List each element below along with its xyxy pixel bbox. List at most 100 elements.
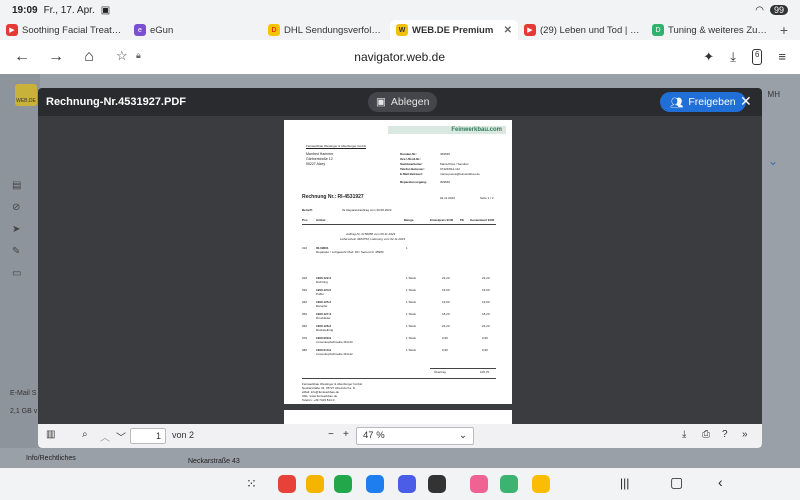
webde-logo[interactable]: WEB.DE [15, 84, 37, 106]
betreff-label: Betreff: [302, 208, 313, 212]
dhl-icon: D [268, 24, 280, 36]
tab-4[interactable]: ▶ (29) Leben und Tod | N... [518, 20, 646, 40]
row-qty: 1 Stück [406, 312, 417, 316]
back-nav-button[interactable]: ‹ [718, 474, 723, 490]
row-price: 19,90 [442, 288, 450, 292]
back-button[interactable]: ← [14, 48, 30, 66]
address-text: Neckarstraße 43 [188, 458, 240, 465]
save-icon[interactable]: ⤓ [682, 429, 686, 440]
pdf-page: Feinwerkbau.com Feinwerkbau Westinger & … [284, 120, 512, 404]
meta-label: Telefon Betreuer: [400, 167, 425, 171]
browser-app-icon[interactable] [398, 475, 416, 493]
col-pos: Pos [302, 218, 308, 222]
meta-value: maria.poess@feinwerkbau.de [440, 172, 480, 176]
spam-icon[interactable]: ⊘ [12, 202, 26, 213]
document-area[interactable]: Feinwerkbau.com Feinwerkbau Westinger & … [38, 116, 762, 424]
folder-icon[interactable]: ▭ [12, 268, 26, 279]
menu-icon[interactable]: ≡ [778, 49, 786, 65]
status-bar: 19:09 Fr., 17. Apr. ▣ ◠ 99 [0, 0, 800, 20]
sidebar-toggle-icon[interactable]: ▥ [46, 429, 55, 440]
ablegen-button[interactable]: ▣ Ablegen [368, 92, 438, 112]
dock: ⁙ ||| ▢ ‹ [0, 468, 800, 500]
table-rule [302, 224, 496, 225]
youtube-icon: ▶ [524, 24, 536, 36]
close-icon[interactable]: ✕ [740, 93, 752, 110]
avatar[interactable]: MH [768, 90, 780, 99]
meta-label: E-Mail Betreuer: [400, 172, 424, 176]
gallery-app-icon[interactable] [470, 475, 488, 493]
invoice-page: Seite 1 / 2 [480, 196, 494, 200]
app-grid-icon[interactable]: ⁙ [246, 476, 257, 492]
recents-button[interactable]: ||| [620, 476, 629, 490]
phone-app-icon[interactable] [334, 475, 352, 493]
col-einzelpreis: Einzelpreis EUR [430, 218, 454, 222]
row-description: Reparatur / Luftgewehr Mod. 80 / Serien-… [316, 250, 384, 254]
row-qty: 1 Stück [406, 300, 417, 304]
prev-page-icon[interactable]: ︿ [100, 429, 110, 444]
zoom-in-icon[interactable]: + [343, 429, 349, 440]
more-tools-icon[interactable]: » [742, 429, 748, 440]
recipient-street: Gärtnerstraße 12 [306, 157, 333, 161]
camera-app-icon[interactable] [428, 475, 446, 493]
row-qty: 1 Stück [406, 324, 417, 328]
freigeben-button[interactable]: 👥︎ Freigeben [660, 92, 746, 112]
share-people-icon: 👥︎ [670, 96, 684, 109]
tab-1[interactable]: e eGun [128, 20, 256, 40]
help-icon[interactable]: ? [722, 429, 728, 440]
page-count: von 2 [172, 430, 195, 440]
inbox-icon[interactable]: ▤ [12, 180, 26, 191]
print-icon[interactable]: ⎙ [702, 429, 710, 440]
photos-app-icon[interactable] [532, 475, 550, 493]
row-description: Puffer [316, 292, 324, 296]
home-nav-button[interactable]: ▢ [670, 474, 683, 491]
tab-0[interactable]: ▶Soothing Facial Treatmen... [0, 20, 128, 40]
home-button[interactable]: ⌂ [82, 48, 96, 66]
drafts-icon[interactable]: ✎ [12, 246, 26, 257]
chevron-down-icon[interactable]: ⌄ [768, 154, 778, 168]
tab-bar: ▶Soothing Facial Treatmen... eeGun DDHL … [0, 20, 800, 40]
recipient-name: Manfred Hammer [306, 152, 334, 156]
row-description: Linsenkopfschraube M4x10 [316, 340, 353, 344]
row-price: 0,90 [442, 336, 448, 340]
tab-3[interactable]: W WEB.DE Premium ✕ [390, 20, 518, 40]
row-qty: 1 Stück [406, 276, 417, 280]
storage-size: 2,1 GB v [10, 408, 38, 415]
row-qty: 1 Stück [406, 336, 417, 340]
recipient-city: 55227 Alzey [306, 162, 326, 166]
download-icon[interactable]: ⤓ [730, 49, 736, 65]
sparkle-icon[interactable]: ✦ [703, 49, 714, 65]
close-tab-icon[interactable]: ✕ [504, 25, 512, 36]
meta-value: 309530 [440, 180, 451, 184]
date: Fr., 17. Apr. [43, 4, 95, 16]
new-tab-button[interactable]: + [780, 22, 788, 38]
invoice-date: 02.11.2023 [440, 196, 455, 200]
zoom-select[interactable]: 47 % ⌄ [356, 427, 474, 445]
next-page-icon[interactable]: ﹀ [116, 429, 126, 444]
col-menge: Menge [404, 218, 414, 222]
zoom-out-icon[interactable]: − [328, 429, 334, 440]
app-icon[interactable] [278, 475, 296, 493]
forward-button[interactable]: → [48, 48, 64, 66]
info-link[interactable]: Info/Rechtliches [26, 455, 76, 462]
url-field[interactable]: ☆ 🔒︎ navigator.web.de [116, 48, 683, 64]
wifi-icon: ◠ [755, 4, 764, 16]
egun-icon: e [134, 24, 146, 36]
row-description: Druckfeder [316, 316, 331, 320]
battery-indicator: 99 [769, 5, 788, 15]
search-icon[interactable]: ⌕ [82, 429, 88, 440]
tab-count-button[interactable]: 6 [751, 49, 763, 65]
youtube-icon: ▶ [6, 24, 18, 36]
col-gesamt: Gesamtwert EUR [470, 218, 495, 222]
subtotal-rule [430, 368, 496, 369]
app-icon[interactable] [500, 475, 518, 493]
pdf-title: Rechnung-Nr.4531927.PDF [46, 96, 186, 108]
messages-app-icon[interactable] [366, 475, 384, 493]
row-total: 0,90 [482, 348, 488, 352]
row-description: Dämpfer [316, 304, 328, 308]
sent-icon[interactable]: ➤ [12, 224, 26, 235]
page-number-input[interactable]: 1 [130, 428, 166, 444]
bookmark-star-icon[interactable]: ☆ [116, 48, 128, 64]
tab-5[interactable]: D Tuning & weiteres Zub... [646, 20, 774, 40]
app-icon[interactable] [306, 475, 324, 493]
tab-2[interactable]: D DHL Sendungsverfolgu... [262, 20, 390, 40]
